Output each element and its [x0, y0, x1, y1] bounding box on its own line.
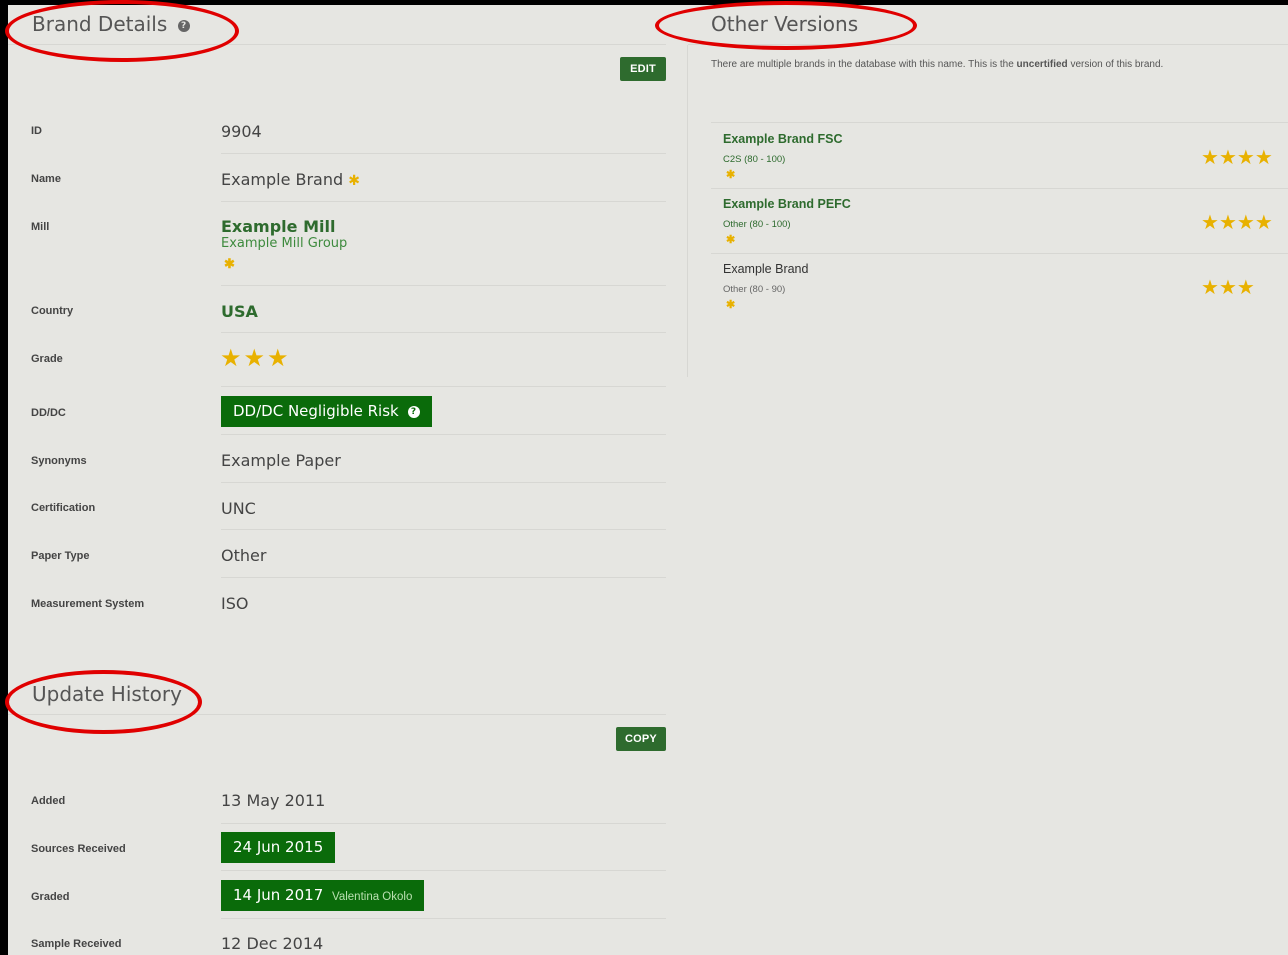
- update-history-title: Update History: [32, 682, 182, 706]
- notice-text: version of this brand.: [1067, 59, 1164, 70]
- sample-received-label: Sample Received: [31, 938, 122, 950]
- version-stars: ★★★: [1201, 275, 1255, 300]
- version-link[interactable]: Example Brand FSC: [723, 132, 842, 146]
- divider: [221, 529, 666, 530]
- version-grade-range: Other (80 - 90): [723, 284, 786, 295]
- graded-label: Graded: [31, 891, 70, 903]
- graded-badge: 14 Jun 2017 Valentina Okolo: [221, 880, 425, 911]
- sample-received-value: 12 Dec 2014: [221, 934, 324, 953]
- other-versions-title: Other Versions: [711, 12, 859, 36]
- measurement-system-value: ISO: [221, 594, 249, 613]
- mill-link[interactable]: Example Mill: [221, 217, 335, 236]
- star-icon: ★: [1254, 212, 1273, 234]
- star-icon: ★: [1236, 147, 1255, 169]
- brand-details-heading: Brand Details ?: [32, 12, 190, 36]
- divider: [221, 577, 666, 578]
- star-icon: ★: [1218, 277, 1237, 299]
- sources-received-badge: 24 Jun 2015: [221, 832, 336, 863]
- grade-label: Grade: [31, 353, 63, 365]
- asterisk-icon: ✱: [726, 169, 736, 181]
- divider: [221, 285, 666, 286]
- help-icon[interactable]: ?: [407, 405, 420, 418]
- version-stars: ★★★★: [1201, 210, 1273, 235]
- dddc-badge-text: DD/DC Negligible Risk: [233, 402, 399, 420]
- asterisk-icon: ✱: [348, 173, 360, 189]
- divider: [8, 714, 666, 715]
- id-label: ID: [31, 125, 42, 137]
- divider: [221, 870, 666, 871]
- star-icon: ★: [1201, 147, 1219, 169]
- graded-date: 14 Jun 2017: [233, 886, 324, 904]
- name-label: Name: [31, 173, 61, 185]
- name-value: Example Brand ✱: [221, 170, 360, 189]
- divider: [221, 201, 666, 202]
- version-grade-range: Other (80 - 100): [723, 219, 791, 230]
- divider: [221, 918, 666, 919]
- edit-button[interactable]: EDIT: [620, 57, 666, 81]
- divider: [221, 332, 666, 333]
- certification-value: UNC: [221, 499, 256, 518]
- star-icon: ★: [267, 345, 291, 372]
- synonyms-value: Example Paper: [221, 451, 341, 470]
- sources-received-label: Sources Received: [31, 843, 126, 855]
- notice-text: There are multiple brands in the databas…: [711, 59, 1017, 70]
- divider: [221, 153, 666, 154]
- star-icon: ★: [243, 345, 268, 372]
- help-icon[interactable]: ?: [177, 19, 190, 32]
- asterisk-icon: ✱: [726, 299, 736, 311]
- divider: [711, 188, 1288, 189]
- divider: [711, 122, 1288, 123]
- version-link[interactable]: Example Brand PEFC: [723, 197, 851, 211]
- divider: [221, 823, 666, 824]
- id-value: 9904: [221, 122, 262, 141]
- version-grade-range: C2S (80 - 100): [723, 154, 786, 165]
- brand-details-title: Brand Details: [32, 12, 168, 36]
- certification-label: Certification: [31, 502, 96, 514]
- asterisk-icon: ✱: [726, 234, 736, 246]
- page: Brand Details ? EDIT ID 9904 Name Exampl…: [8, 5, 1288, 955]
- star-icon: ★: [1218, 147, 1237, 169]
- star-icon: ★: [1201, 212, 1219, 234]
- paper-type-label: Paper Type: [31, 550, 90, 562]
- divider: [711, 253, 1288, 254]
- star-icon: ★: [1236, 277, 1255, 299]
- divider: [221, 386, 666, 387]
- star-icon: ★: [1218, 212, 1237, 234]
- country-link[interactable]: USA: [221, 302, 258, 321]
- column-divider: [687, 45, 688, 377]
- copy-button[interactable]: COPY: [616, 727, 666, 751]
- version-stars: ★★★★: [1201, 145, 1273, 170]
- divider: [688, 44, 1288, 45]
- mill-group-link[interactable]: Example Mill Group: [221, 236, 347, 251]
- multiple-brands-notice: There are multiple brands in the databas…: [711, 59, 1163, 70]
- star-icon: ★: [1236, 212, 1255, 234]
- divider: [221, 482, 666, 483]
- paper-type-value: Other: [221, 546, 267, 565]
- divider: [221, 434, 666, 435]
- current-version-name: Example Brand: [723, 262, 809, 276]
- star-icon: ★: [1254, 147, 1273, 169]
- notice-emphasis: uncertified: [1016, 59, 1068, 70]
- dddc-badge[interactable]: DD/DC Negligible Risk ?: [221, 396, 432, 427]
- added-label: Added: [31, 795, 66, 807]
- asterisk-icon: ✱: [224, 256, 235, 271]
- synonyms-label: Synonyms: [31, 455, 87, 467]
- star-icon: ★: [220, 345, 244, 372]
- country-label: Country: [31, 305, 74, 317]
- dddc-label: DD/DC: [31, 407, 66, 419]
- grader-name: Valentina Okolo: [332, 891, 413, 903]
- grade-stars: ★★★: [220, 344, 291, 373]
- mill-label: Mill: [31, 221, 50, 233]
- star-icon: ★: [1201, 277, 1219, 299]
- added-value: 13 May 2011: [221, 791, 326, 810]
- measurement-system-label: Measurement System: [31, 598, 145, 610]
- name-text: Example Brand: [221, 170, 344, 189]
- divider: [8, 44, 666, 45]
